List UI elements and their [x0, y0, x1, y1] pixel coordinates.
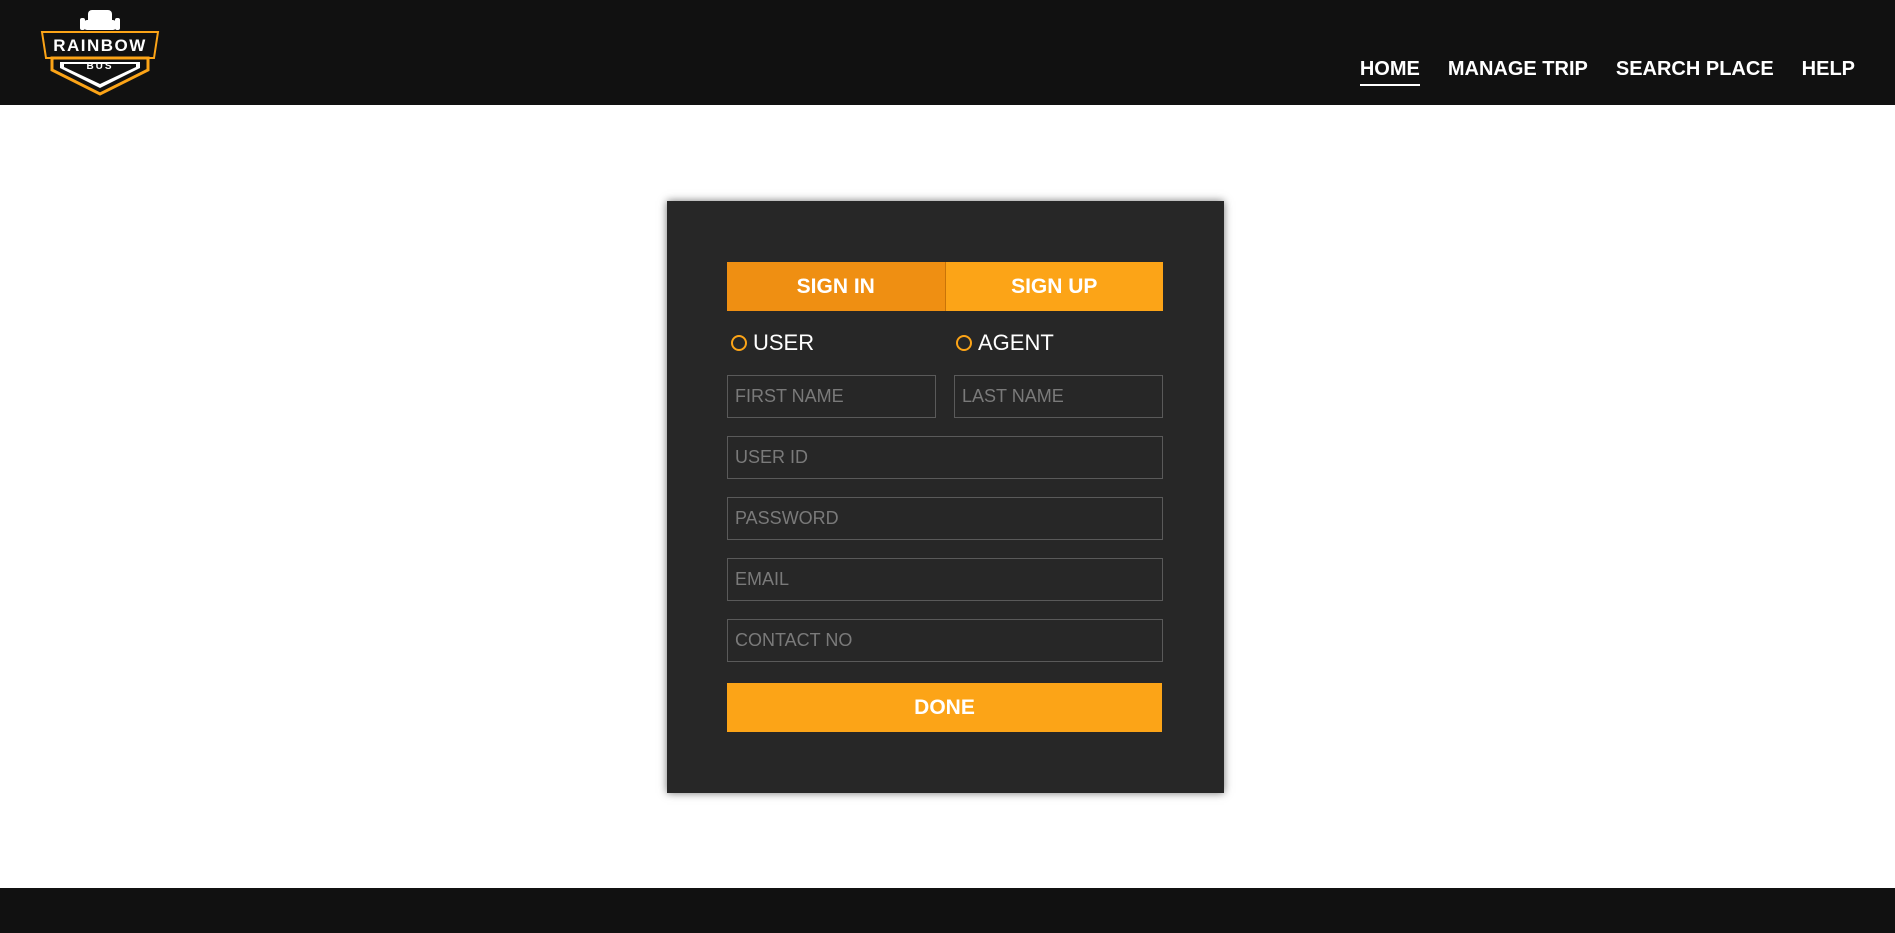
role-agent-label: AGENT [978, 330, 1054, 355]
role-user-label: USER [753, 330, 815, 355]
last-name-input[interactable] [954, 375, 1163, 418]
nav-manage-trip[interactable]: MANAGE TRIP [1448, 58, 1588, 86]
logo-brand-name: RAINBOW [53, 36, 147, 55]
role-selector: USER AGENT [731, 330, 1167, 360]
logo-brand-sub: BUS [86, 61, 114, 72]
radio-circle-icon[interactable] [731, 335, 747, 351]
nav-search-place[interactable]: SEARCH PLACE [1616, 58, 1774, 86]
password-input[interactable] [727, 497, 1163, 540]
radio-circle-icon[interactable] [956, 335, 972, 351]
auth-tabs: SIGN IN SIGN UP [727, 262, 1163, 311]
user-id-input[interactable] [727, 436, 1163, 479]
role-agent-radio[interactable]: AGENT [956, 330, 1054, 356]
nav-home[interactable]: HOME [1359, 58, 1420, 86]
done-button[interactable]: DONE [727, 683, 1162, 732]
email-input[interactable] [727, 558, 1163, 601]
main-nav: HOME MANAGE TRIP SEARCH PLACE HELP [1359, 58, 1855, 86]
role-user-radio[interactable]: USER [731, 330, 814, 356]
rainbow-bus-logo[interactable]: RAINBOW BUS [38, 8, 162, 102]
signup-card: SIGN IN SIGN UP USER AGENT DONE [667, 201, 1224, 793]
tab-sign-up[interactable]: SIGN UP [945, 262, 1163, 311]
page-footer [0, 888, 1895, 933]
nav-help[interactable]: HELP [1802, 58, 1855, 86]
contact-no-input[interactable] [727, 619, 1163, 662]
top-navbar: RAINBOW BUS HOME MANAGE TRIP SEARCH PLAC… [0, 0, 1895, 105]
tab-sign-in[interactable]: SIGN IN [727, 262, 946, 311]
first-name-input[interactable] [727, 375, 936, 418]
